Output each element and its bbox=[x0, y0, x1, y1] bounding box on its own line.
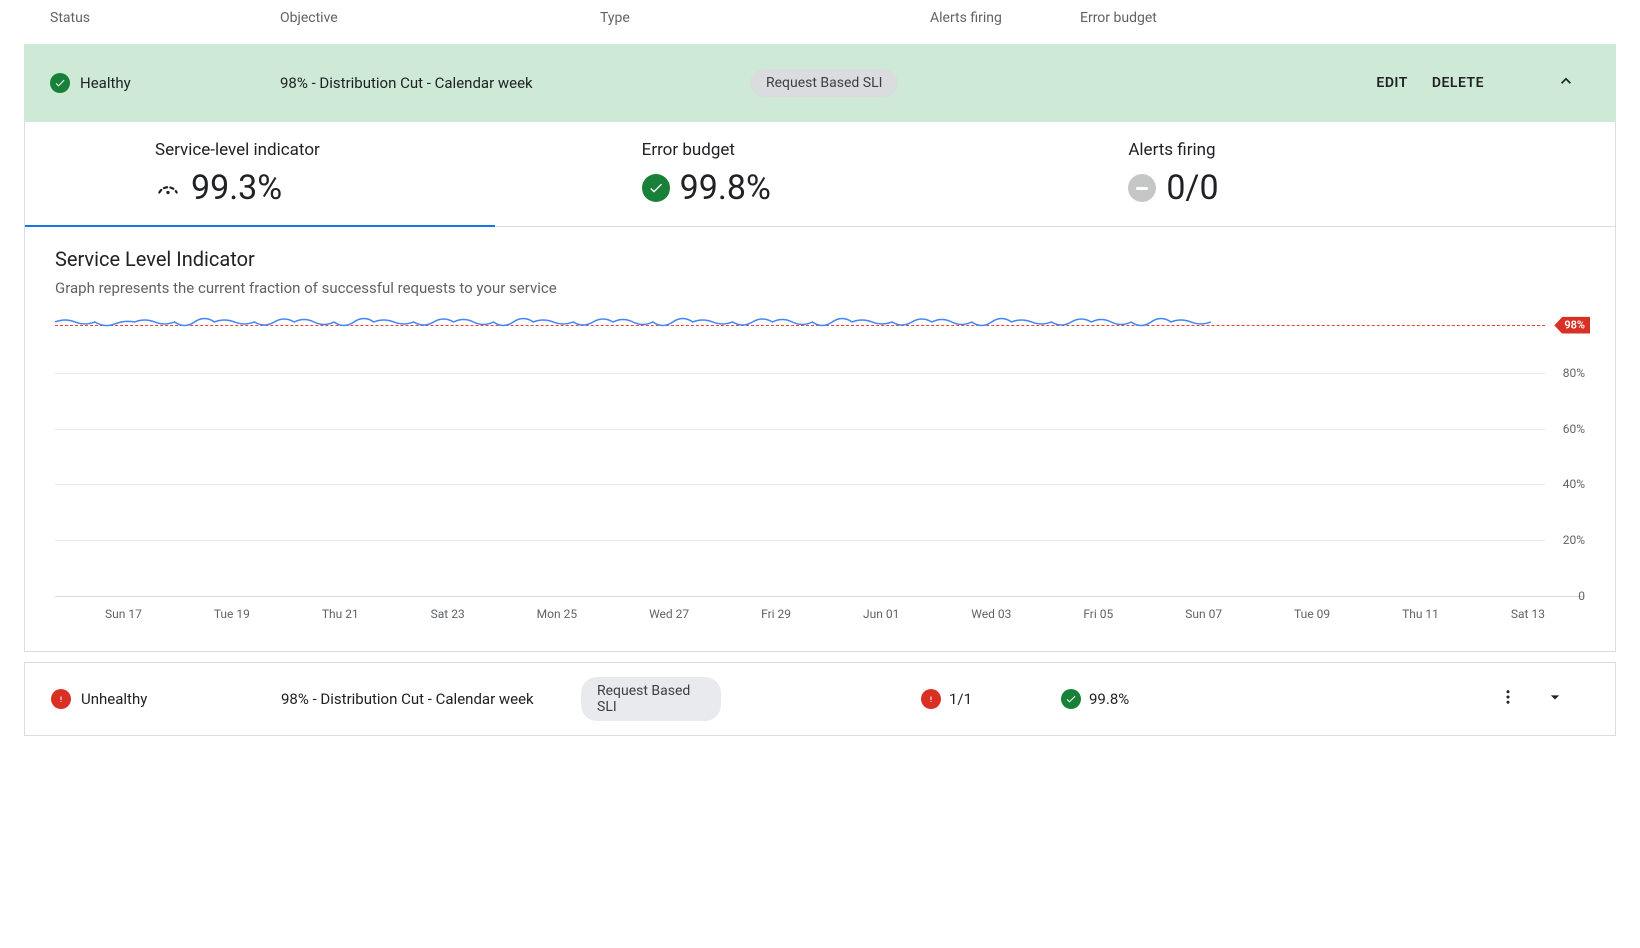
metric-eb-value: 99.8% bbox=[680, 168, 771, 208]
xtick: Tue 09 bbox=[1294, 607, 1330, 621]
slo-row-unhealthy[interactable]: Unhealthy 98% - Distribution Cut - Calen… bbox=[24, 662, 1616, 736]
chart-xaxis: Sun 17 Tue 19 Thu 21 Sat 23 Mon 25 Wed 2… bbox=[55, 597, 1585, 631]
more-options-button[interactable] bbox=[1481, 680, 1535, 718]
objective-text: 98% - Distribution Cut - Calendar week bbox=[281, 690, 581, 708]
ytick: 0 bbox=[1578, 589, 1585, 603]
chart-title: Service Level Indicator bbox=[55, 247, 1585, 271]
sli-chart[interactable]: 80% 60% 40% 20% 0 98% bbox=[55, 317, 1585, 597]
edit-button[interactable]: EDIT bbox=[1364, 67, 1419, 99]
slo-row-healthy[interactable]: Healthy 98% - Distribution Cut - Calenda… bbox=[24, 44, 1616, 122]
metric-alerts-firing[interactable]: Alerts firing 0/0 bbox=[1128, 140, 1615, 208]
alerts-firing-value: 1/1 bbox=[949, 690, 972, 708]
xtick: Sat 13 bbox=[1511, 607, 1545, 621]
chart-line bbox=[55, 317, 1350, 596]
xtick: Wed 27 bbox=[649, 607, 689, 621]
error-circle-icon bbox=[921, 689, 941, 709]
xtick: Sun 17 bbox=[105, 607, 142, 621]
metric-af-value: 0/0 bbox=[1166, 168, 1218, 208]
ytick: 40% bbox=[1563, 477, 1585, 491]
metric-sli-value: 99.3% bbox=[191, 168, 282, 208]
ytick: 60% bbox=[1563, 422, 1585, 436]
collapse-button[interactable] bbox=[1546, 63, 1586, 103]
metric-sli-label: Service-level indicator bbox=[155, 140, 642, 160]
ytick: 80% bbox=[1563, 366, 1585, 380]
xtick: Fri 05 bbox=[1083, 607, 1113, 621]
ytick: 20% bbox=[1563, 533, 1585, 547]
xtick: Thu 21 bbox=[322, 607, 359, 621]
expand-button[interactable] bbox=[1535, 679, 1575, 719]
gauge-icon bbox=[155, 168, 181, 208]
objective-text: 98% - Distribution Cut - Calendar week bbox=[280, 74, 600, 92]
xtick: Thu 11 bbox=[1402, 607, 1439, 621]
error-budget-value: 99.8% bbox=[1089, 690, 1129, 708]
metric-error-budget[interactable]: Error budget 99.8% bbox=[642, 140, 1129, 208]
xtick: Fri 29 bbox=[761, 607, 791, 621]
check-circle-icon bbox=[1061, 689, 1081, 709]
col-status: Status bbox=[50, 10, 280, 26]
metric-sli[interactable]: Service-level indicator 99.3% bbox=[155, 140, 642, 208]
xtick: Mon 25 bbox=[537, 607, 577, 621]
status-label: Healthy bbox=[80, 74, 131, 92]
metrics-row: Service-level indicator 99.3% Error budg… bbox=[25, 122, 1615, 227]
check-circle-icon bbox=[642, 174, 670, 202]
table-header: Status Objective Type Alerts firing Erro… bbox=[0, 0, 1640, 44]
error-circle-icon bbox=[51, 689, 71, 709]
xtick: Tue 19 bbox=[214, 607, 250, 621]
status-label: Unhealthy bbox=[81, 690, 147, 708]
chart-subtitle: Graph represents the current fraction of… bbox=[55, 279, 1585, 297]
dash-circle-icon bbox=[1128, 174, 1156, 202]
col-alerts-firing: Alerts firing bbox=[930, 10, 1080, 26]
xtick: Sat 23 bbox=[431, 607, 465, 621]
delete-button[interactable]: DELETE bbox=[1420, 67, 1496, 99]
xtick: Wed 03 bbox=[971, 607, 1011, 621]
xtick: Jun 01 bbox=[863, 607, 899, 621]
type-chip: Request Based SLI bbox=[750, 69, 898, 97]
metric-af-label: Alerts firing bbox=[1128, 140, 1615, 160]
col-error-budget: Error budget bbox=[1080, 10, 1230, 26]
xtick: Sun 07 bbox=[1185, 607, 1222, 621]
col-objective: Objective bbox=[280, 10, 600, 26]
type-chip: Request Based SLI bbox=[581, 677, 721, 721]
metric-eb-label: Error budget bbox=[642, 140, 1129, 160]
threshold-tag: 98% bbox=[1554, 317, 1590, 334]
col-type: Type bbox=[600, 10, 930, 26]
check-circle-icon bbox=[50, 73, 70, 93]
